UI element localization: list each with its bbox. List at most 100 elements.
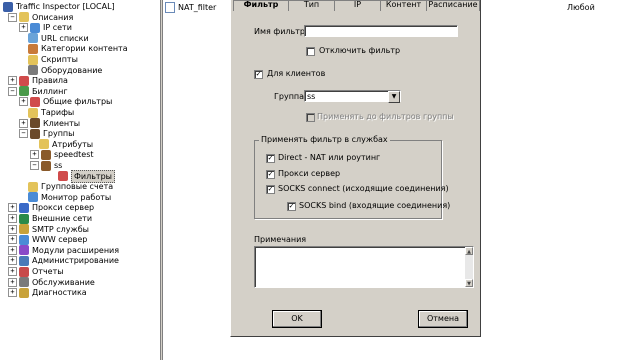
report-icon — [19, 266, 29, 277]
tree-item-label: Модули расширения — [32, 245, 120, 255]
filter-icon — [165, 2, 175, 13]
tree-item[interactable]: + Клиенты — [19, 118, 80, 129]
notes-textarea[interactable]: ▲ ▼ — [254, 246, 474, 288]
tree-item[interactable]: − Группы — [19, 128, 74, 139]
navigation-tree[interactable]: Traffic Inspector [LOCAL] − Описания + IP се… — [0, 0, 161, 360]
expander-icon[interactable]: + — [19, 23, 28, 33]
tree-item-label: Прокси сервер — [32, 203, 95, 213]
tree-item-label: Категории контента — [41, 44, 128, 54]
disable-filter-checkbox[interactable] — [306, 47, 315, 56]
expander-icon[interactable]: + — [8, 256, 17, 266]
tree-item[interactable]: Категории контента — [19, 43, 128, 54]
expander-icon[interactable]: + — [8, 224, 17, 234]
expander-icon[interactable]: + — [19, 118, 28, 128]
cancel-button[interactable]: Отмена — [418, 310, 468, 328]
tree-item-label: Внешние сети — [32, 214, 93, 223]
tree-item[interactable]: + SMTP службы — [8, 224, 89, 235]
tree-item-label: Биллинг — [32, 86, 68, 96]
tree-item-label: Администрирование — [32, 256, 119, 266]
tree-item[interactable]: Атрибуты — [30, 139, 93, 150]
tree-item[interactable]: + Администрирование — [8, 255, 119, 266]
tree-item[interactable]: + Обслуживание — [8, 277, 95, 288]
filter-name-input[interactable] — [304, 25, 458, 37]
tree-item-label: URL списки — [41, 33, 89, 43]
monitor-icon — [28, 192, 38, 203]
tree-item-label: Описания — [32, 12, 74, 22]
scroll-down-icon[interactable]: ▼ — [465, 279, 473, 287]
globe-icon — [19, 213, 29, 224]
expander-icon[interactable]: − — [8, 12, 17, 22]
filter-icon — [58, 171, 68, 182]
maintenance-icon — [19, 277, 29, 288]
list-icon — [28, 33, 38, 44]
scroll-up-icon[interactable]: ▲ — [465, 247, 473, 255]
tab-filter[interactable]: Фильтр — [233, 0, 289, 11]
service-proxy-checkbox[interactable]: ✓ — [266, 170, 275, 179]
tree-item[interactable]: Тарифы — [19, 107, 74, 118]
expander-icon[interactable]: + — [8, 267, 17, 276]
proxy-icon — [19, 202, 29, 213]
tree-item[interactable]: Групповые счета — [19, 181, 113, 192]
expander-icon[interactable]: + — [8, 245, 17, 255]
expander-icon[interactable]: + — [8, 214, 17, 223]
tree-item[interactable]: + Внешние сети — [8, 213, 92, 224]
notes-scrollbar[interactable]: ▲ ▼ — [465, 247, 473, 287]
tab-schedule[interactable]: Расписание — [426, 0, 480, 11]
tree-item[interactable]: + speedtest — [30, 149, 94, 160]
tree-item[interactable]: + Общие фильтры — [19, 96, 112, 107]
ok-button[interactable]: OK — [272, 310, 322, 328]
chevron-down-icon[interactable]: ▼ — [388, 91, 400, 103]
for-clients-label: Для клиентов — [267, 69, 326, 78]
tree-item-label: WWW сервер — [32, 235, 88, 245]
tree-item-label: speedtest — [54, 150, 94, 160]
billing-icon — [19, 86, 29, 97]
tab-ip[interactable]: IP — [334, 0, 381, 11]
expander-icon[interactable]: + — [8, 235, 17, 245]
tab-type[interactable]: Тип — [288, 0, 335, 11]
expander-icon[interactable]: + — [8, 203, 17, 213]
folder-icon — [19, 12, 29, 23]
service-socks-connect-checkbox[interactable]: ✓ — [266, 185, 275, 194]
tree-item[interactable]: + Правила — [8, 75, 68, 86]
expander-icon[interactable]: + — [8, 76, 17, 86]
tree-item[interactable]: Оборудование — [19, 65, 102, 76]
expander-icon[interactable]: + — [19, 97, 28, 107]
tree-item[interactable]: − Биллинг — [8, 86, 68, 97]
expander-icon[interactable]: − — [8, 86, 17, 96]
tree-item[interactable]: Фильтры — [49, 169, 115, 183]
expander-icon[interactable]: + — [8, 277, 17, 287]
tree-item[interactable]: + WWW сервер — [8, 234, 87, 245]
group-user-icon — [41, 160, 51, 171]
tree-item[interactable]: Скрипты — [19, 54, 78, 65]
mail-icon — [19, 224, 29, 235]
expander-icon[interactable]: + — [30, 150, 39, 160]
group-select-value: ss — [307, 92, 316, 101]
tree-item[interactable]: URL списки — [19, 33, 89, 44]
www-icon — [19, 234, 29, 245]
tree-item[interactable]: Traffic Inspector [LOCAL] — [3, 1, 115, 12]
group-select[interactable]: ss ▼ — [304, 90, 401, 103]
expander-icon[interactable]: − — [19, 129, 28, 139]
tree-item[interactable]: + Диагностика — [8, 287, 87, 298]
tab-content[interactable]: Контент — [380, 0, 427, 11]
tree-item[interactable]: + Модули расширения — [8, 245, 119, 256]
for-clients-checkbox[interactable]: ✓ — [254, 70, 263, 79]
expander-icon[interactable]: + — [8, 288, 17, 298]
group-label: Группа — [274, 92, 305, 101]
tree-item[interactable]: + IP сети — [19, 22, 72, 33]
expander-icon[interactable]: − — [30, 161, 39, 170]
tree-item[interactable]: + Прокси сервер — [8, 202, 94, 213]
tree-item[interactable]: − ss — [30, 160, 62, 171]
attribute-icon — [39, 139, 49, 150]
tree-item[interactable]: + Отчеты — [8, 266, 64, 277]
tree-item[interactable]: − Описания — [8, 12, 73, 23]
tree-item-label: Traffic Inspector [LOCAL] — [16, 2, 115, 11]
tree-item[interactable]: Монитор работы — [19, 192, 111, 203]
tree-item-label: Правила — [32, 76, 68, 86]
service-direct-checkbox[interactable]: ✓ — [266, 154, 275, 163]
service-socks-bind-checkbox[interactable]: ✓ — [287, 202, 296, 211]
